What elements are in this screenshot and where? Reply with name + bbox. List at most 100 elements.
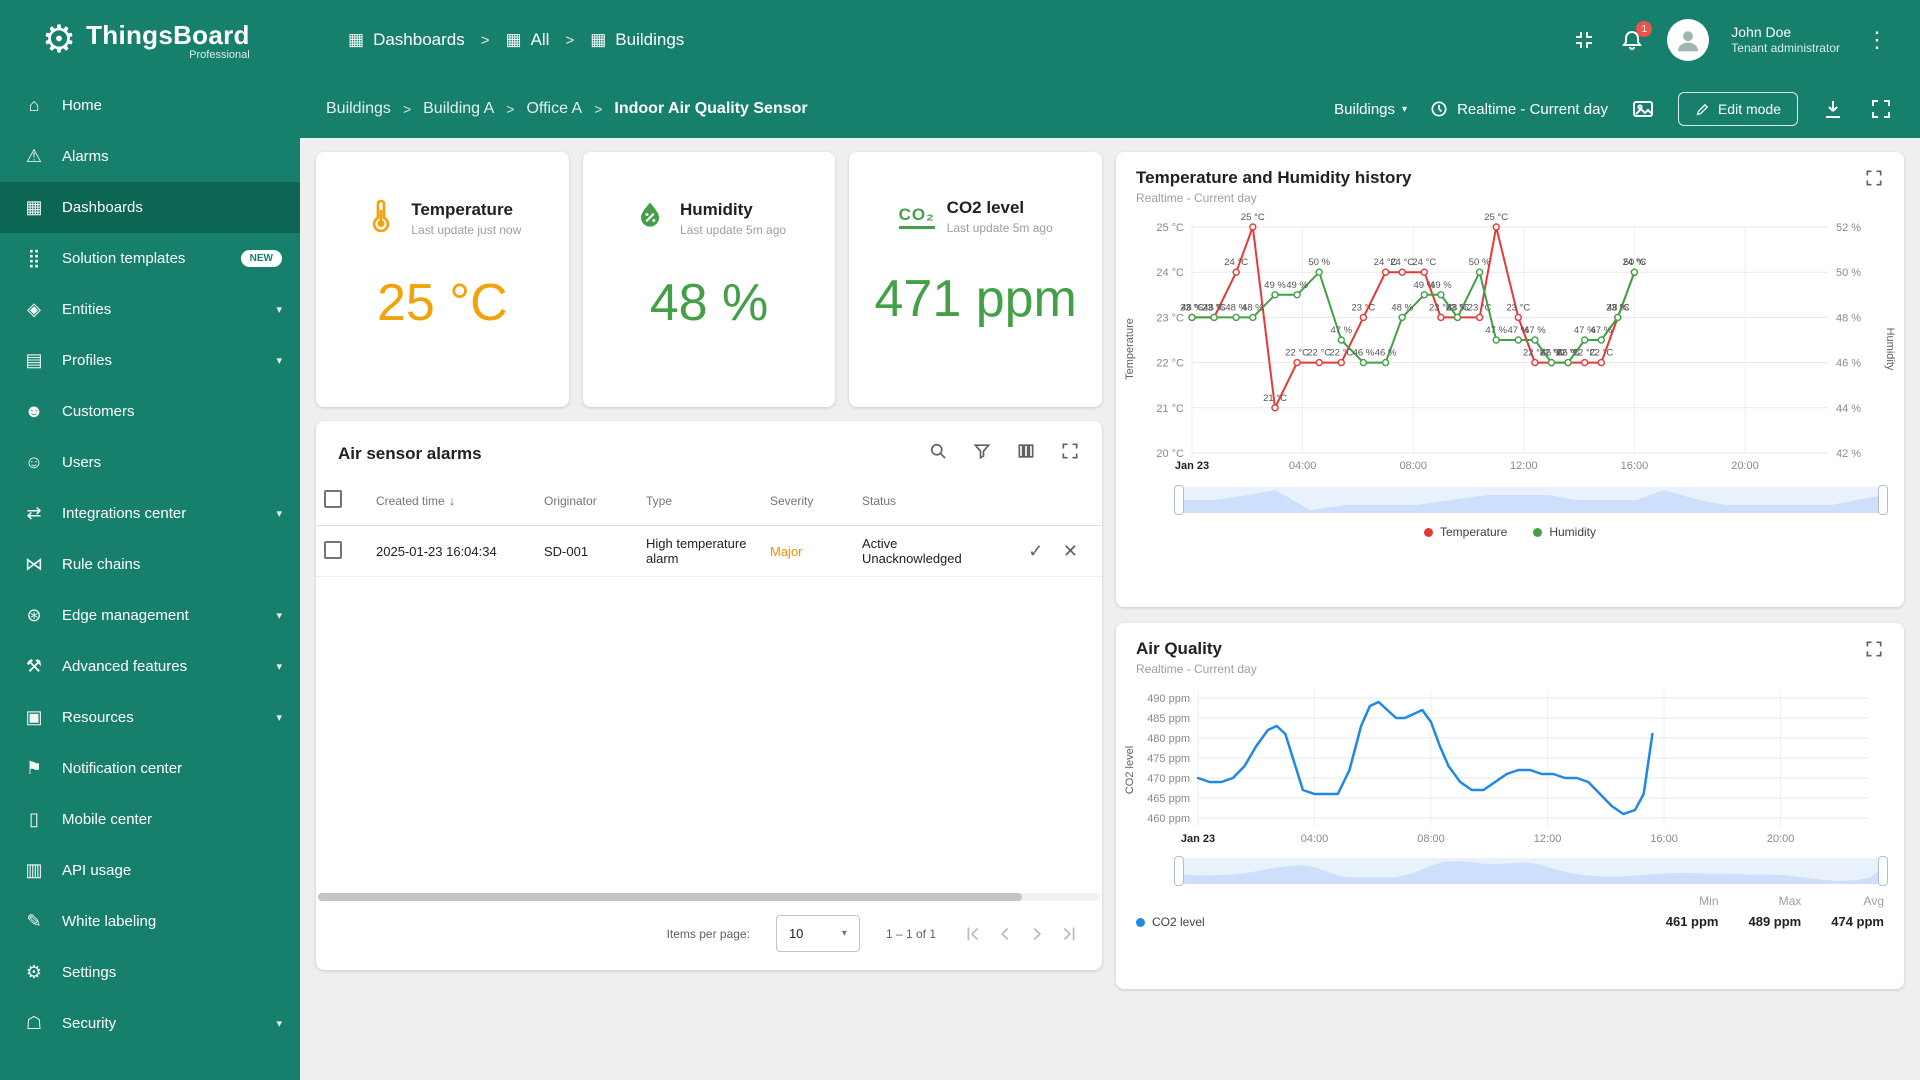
fullscreen-icon[interactable] bbox=[1864, 168, 1884, 193]
fullscreen-icon[interactable] bbox=[1060, 441, 1080, 466]
horizontal-scrollbar[interactable] bbox=[318, 893, 1100, 901]
sidebar-item-edge-management[interactable]: ⊛ Edge management ▾ bbox=[0, 590, 300, 641]
sidebar-item-icon: ⊛ bbox=[26, 605, 42, 625]
fullscreen-icon[interactable] bbox=[1864, 639, 1884, 664]
sidebar-item-label: Alarms bbox=[62, 148, 109, 165]
thermometer-icon bbox=[363, 198, 399, 239]
temperature-card[interactable]: Temperature Last update just now 25 °C bbox=[316, 152, 569, 407]
search-icon[interactable] bbox=[928, 441, 948, 466]
avatar[interactable] bbox=[1667, 19, 1710, 61]
items-per-page-label: Items per page: bbox=[666, 926, 750, 941]
sidebar-item-profiles[interactable]: ▤ Profiles ▾ bbox=[0, 335, 300, 386]
select-all-checkbox[interactable] bbox=[324, 490, 342, 508]
topnav-all[interactable]: ▦ All bbox=[506, 30, 550, 50]
sidebar-item-integrations-center[interactable]: ⇄ Integrations center ▾ bbox=[0, 488, 300, 539]
legend-item[interactable]: CO2 level bbox=[1136, 915, 1205, 929]
co2-card[interactable]: CO₂ CO2 level Last update 5m ago 471 ppm bbox=[849, 152, 1103, 407]
breadcrumb-buildings[interactable]: Buildings bbox=[326, 100, 391, 118]
notifications-bell-icon[interactable]: 1 bbox=[1619, 21, 1653, 53]
y-axis-title-right: Humidity bbox=[1884, 327, 1896, 371]
chart-title: Temperature and Humidity history bbox=[1136, 168, 1412, 187]
next-page-icon[interactable] bbox=[1026, 923, 1048, 945]
sidebar-item-dashboards[interactable]: ▦ Dashboards bbox=[0, 182, 300, 233]
columns-icon[interactable] bbox=[1016, 441, 1036, 466]
items-per-page-select[interactable]: 10 ▾ bbox=[775, 915, 860, 952]
breadcrumb-office-a[interactable]: Office A bbox=[526, 100, 582, 118]
stat-subtitle: Last update 5m ago bbox=[946, 221, 1053, 235]
dashboard-state-select[interactable]: Buildings ▾ bbox=[1334, 101, 1407, 118]
topnav-dashboards[interactable]: ▦ Dashboards bbox=[348, 30, 465, 50]
fullscreen-icon[interactable] bbox=[1868, 96, 1894, 122]
range-handle-left[interactable] bbox=[1174, 485, 1184, 515]
temp-humidity-chart[interactable]: Jan 23 04:00 08:00 12:00 16:00 20:00 20 °C 21 °… bbox=[1122, 207, 1898, 479]
sidebar-item-alarms[interactable]: ⚠ Alarms bbox=[0, 131, 300, 182]
prev-page-icon[interactable] bbox=[994, 923, 1016, 945]
sidebar-item-api-usage[interactable]: ▥ API usage bbox=[0, 845, 300, 896]
kebab-menu-icon[interactable]: ⋮ bbox=[1862, 27, 1892, 53]
svg-text:20:00: 20:00 bbox=[1767, 833, 1795, 845]
topnav-buildings[interactable]: ▦ Buildings bbox=[590, 30, 684, 50]
sidebar-item-rule-chains[interactable]: ⋈ Rule chains bbox=[0, 539, 300, 590]
cell-status: Active Unacknowledged bbox=[854, 525, 1006, 577]
download-icon[interactable] bbox=[1820, 96, 1846, 122]
sidebar-item-users[interactable]: ☺ Users bbox=[0, 437, 300, 488]
sort-desc-icon[interactable]: ↓ bbox=[449, 493, 456, 508]
legend-item[interactable]: Temperature bbox=[1423, 525, 1507, 539]
brand[interactable]: ⚙ ThingsBoard Professional bbox=[0, 20, 300, 61]
sidebar-item-security[interactable]: ☖ Security ▾ bbox=[0, 998, 300, 1049]
topnav-separator: > bbox=[565, 31, 575, 49]
svg-text:22 °C: 22 °C bbox=[1589, 348, 1613, 359]
timewindow-button[interactable]: Realtime - Current day bbox=[1429, 99, 1608, 119]
chart-subtitle: Realtime - Current day bbox=[1136, 662, 1257, 676]
svg-text:42 %: 42 % bbox=[1836, 448, 1861, 460]
topnav-separator: > bbox=[480, 31, 490, 49]
column-originator: Originator bbox=[544, 493, 597, 508]
humidity-card[interactable]: Humidity Last update 5m ago 48 % bbox=[582, 152, 836, 407]
sidebar-item-icon: ⚙ bbox=[25, 962, 43, 982]
svg-text:48 %: 48 % bbox=[1181, 302, 1203, 313]
sidebar-item-entities[interactable]: ◈ Entities ▾ bbox=[0, 284, 300, 335]
svg-text:Jan 23: Jan 23 bbox=[1175, 460, 1209, 472]
time-range-selector[interactable] bbox=[1174, 485, 1888, 515]
breadcrumb-building-a[interactable]: Building A bbox=[423, 100, 494, 118]
edit-mode-button[interactable]: Edit mode bbox=[1677, 92, 1798, 126]
legend-item[interactable]: Humidity bbox=[1533, 525, 1596, 539]
avg-value: 474 ppm bbox=[1831, 914, 1884, 929]
clear-alarm-icon[interactable]: ✕ bbox=[1055, 541, 1086, 561]
sidebar-item-home[interactable]: ⌂ Home bbox=[0, 80, 300, 131]
svg-text:23 °C: 23 °C bbox=[1351, 302, 1375, 313]
top-header: ⚙ ThingsBoard Professional ▦ Dashboards … bbox=[0, 0, 1920, 80]
scrollbar-thumb[interactable] bbox=[318, 893, 1022, 901]
row-checkbox[interactable] bbox=[324, 540, 342, 559]
sidebar-item-settings[interactable]: ⚙ Settings bbox=[0, 947, 300, 998]
range-handle-right[interactable] bbox=[1878, 485, 1888, 515]
image-gallery-icon[interactable] bbox=[1630, 96, 1656, 122]
svg-text:46 %: 46 % bbox=[1375, 348, 1397, 359]
range-handle-left[interactable] bbox=[1174, 856, 1184, 886]
svg-text:04:00: 04:00 bbox=[1301, 833, 1329, 845]
sidebar-item-resources[interactable]: ▣ Resources ▾ bbox=[0, 692, 300, 743]
column-status: Status bbox=[862, 493, 897, 508]
sidebar-item-solution-templates[interactable]: ⣿ Solution templates NEW bbox=[0, 233, 300, 284]
dashboard-toolbar: Buildings > Building A > Office A > Indo… bbox=[300, 80, 1920, 138]
chart-subtitle: Realtime - Current day bbox=[1136, 191, 1257, 205]
sidebar-item-icon: ▦ bbox=[25, 197, 43, 217]
last-page-icon[interactable] bbox=[1058, 923, 1080, 945]
sidebar-item-mobile-center[interactable]: ▯ Mobile center bbox=[0, 794, 300, 845]
svg-text:49 %: 49 % bbox=[1286, 280, 1308, 291]
sidebar-item-customers[interactable]: ☻ Customers bbox=[0, 386, 300, 437]
first-page-icon[interactable] bbox=[962, 923, 984, 945]
sidebar-item-advanced-features[interactable]: ⚒ Advanced features ▾ bbox=[0, 641, 300, 692]
table-row[interactable]: 2025-01-23 16:04:34 SD-001 High temperat… bbox=[316, 525, 1102, 577]
svg-text:08:00: 08:00 bbox=[1417, 833, 1445, 845]
acknowledge-icon[interactable]: ✓ bbox=[1020, 541, 1051, 561]
co2-chart[interactable]: Jan 23 04:00 08:00 12:00 16:00 20:00 460 ppm 46… bbox=[1122, 678, 1898, 850]
sidebar-item-label: Integrations center bbox=[62, 505, 187, 522]
filter-icon[interactable] bbox=[972, 441, 992, 466]
svg-text:480 ppm: 480 ppm bbox=[1147, 733, 1190, 745]
range-handle-right[interactable] bbox=[1878, 856, 1888, 886]
time-range-selector[interactable] bbox=[1174, 856, 1888, 886]
sidebar-item-notification-center[interactable]: ⚑ Notification center bbox=[0, 743, 300, 794]
collapse-icon[interactable] bbox=[1571, 27, 1597, 53]
sidebar-item-white-labeling[interactable]: ✎ White labeling bbox=[0, 896, 300, 947]
